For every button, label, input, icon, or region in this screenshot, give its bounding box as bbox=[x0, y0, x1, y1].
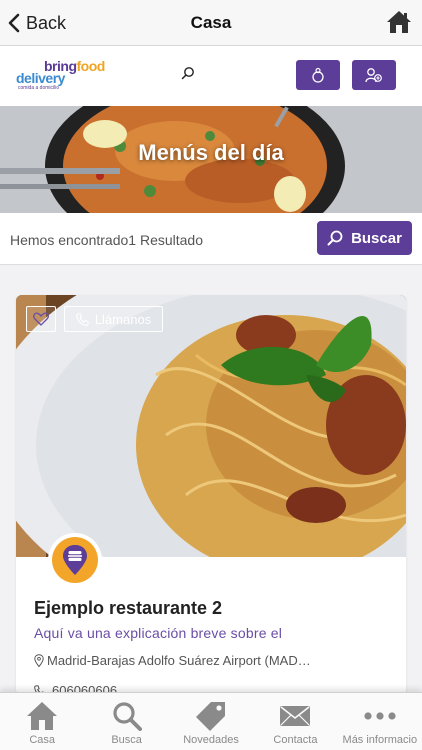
search-button-label: Buscar bbox=[351, 229, 402, 247]
tab-novedades[interactable]: Novedades bbox=[169, 693, 253, 750]
address-text: Madrid-Barajas Adolfo Suárez Airport (MA… bbox=[47, 653, 311, 668]
search-icon[interactable] bbox=[181, 66, 195, 80]
tab-casa[interactable]: Casa bbox=[0, 693, 84, 750]
user-icon bbox=[312, 67, 324, 83]
logo-text-delivery: delivery bbox=[16, 70, 65, 86]
user-add-icon bbox=[365, 68, 382, 83]
map-pin-burger-icon bbox=[63, 545, 87, 575]
register-button[interactable] bbox=[352, 60, 396, 90]
call-button[interactable]: Llámanos bbox=[64, 306, 163, 332]
favorite-button[interactable] bbox=[26, 306, 56, 332]
tab-label: Busca bbox=[111, 734, 142, 746]
hero-banner: Menús del día bbox=[0, 106, 422, 213]
home-icon bbox=[27, 702, 58, 730]
hero-title: Menús del día bbox=[138, 140, 284, 165]
tab-label: Contacta bbox=[273, 734, 318, 746]
tab-label: Novedades bbox=[183, 734, 239, 746]
navigation-bar: Back Casa bbox=[0, 0, 422, 46]
home-icon[interactable] bbox=[386, 10, 412, 34]
brand-logo: bringfood delivery comida a domicilio bbox=[16, 58, 110, 92]
results-bar: Hemos encontrado1 Resultado Buscar bbox=[0, 213, 422, 265]
location-pin-icon bbox=[34, 654, 44, 667]
phone-icon bbox=[76, 312, 89, 326]
heart-icon bbox=[33, 312, 49, 326]
page-title: Casa bbox=[190, 13, 232, 32]
bottom-tab-bar: Casa Busca Novedades Contacta Más inform… bbox=[0, 692, 422, 750]
restaurant-address: Madrid-Barajas Adolfo Suárez Airport (MA… bbox=[34, 653, 334, 668]
tab-mas-informacion[interactable]: Más informacio bbox=[338, 693, 422, 750]
more-icon bbox=[364, 712, 396, 720]
search-button[interactable]: Buscar bbox=[317, 221, 412, 255]
tab-contacta[interactable]: Contacta bbox=[253, 693, 337, 750]
restaurant-name[interactable]: Ejemplo restaurante 2 bbox=[34, 598, 222, 619]
mail-icon bbox=[280, 706, 311, 726]
results-count: Hemos encontrado1 Resultado bbox=[10, 232, 204, 248]
restaurant-card[interactable]: Llámanos Ejemplo restaurante 2 Aquí va u… bbox=[16, 295, 406, 695]
search-icon bbox=[327, 230, 343, 246]
restaurant-badge bbox=[48, 533, 102, 587]
tab-label: Casa bbox=[29, 734, 56, 746]
restaurant-image bbox=[16, 295, 406, 557]
call-button-label: Llámanos bbox=[94, 311, 152, 327]
spaghetti-image bbox=[16, 295, 406, 557]
logo-text-food: food bbox=[76, 58, 106, 74]
tab-busca[interactable]: Busca bbox=[84, 693, 168, 750]
restaurant-description: Aquí va una explicación breve sobre el bbox=[34, 625, 283, 641]
tab-label: Más informacio bbox=[342, 734, 418, 746]
search-icon bbox=[113, 702, 142, 731]
tag-icon bbox=[196, 702, 226, 731]
logo-tagline: comida a domicilio bbox=[18, 85, 60, 91]
brand-header: bringfood delivery comida a domicilio bbox=[0, 46, 422, 106]
account-button[interactable] bbox=[296, 60, 340, 90]
